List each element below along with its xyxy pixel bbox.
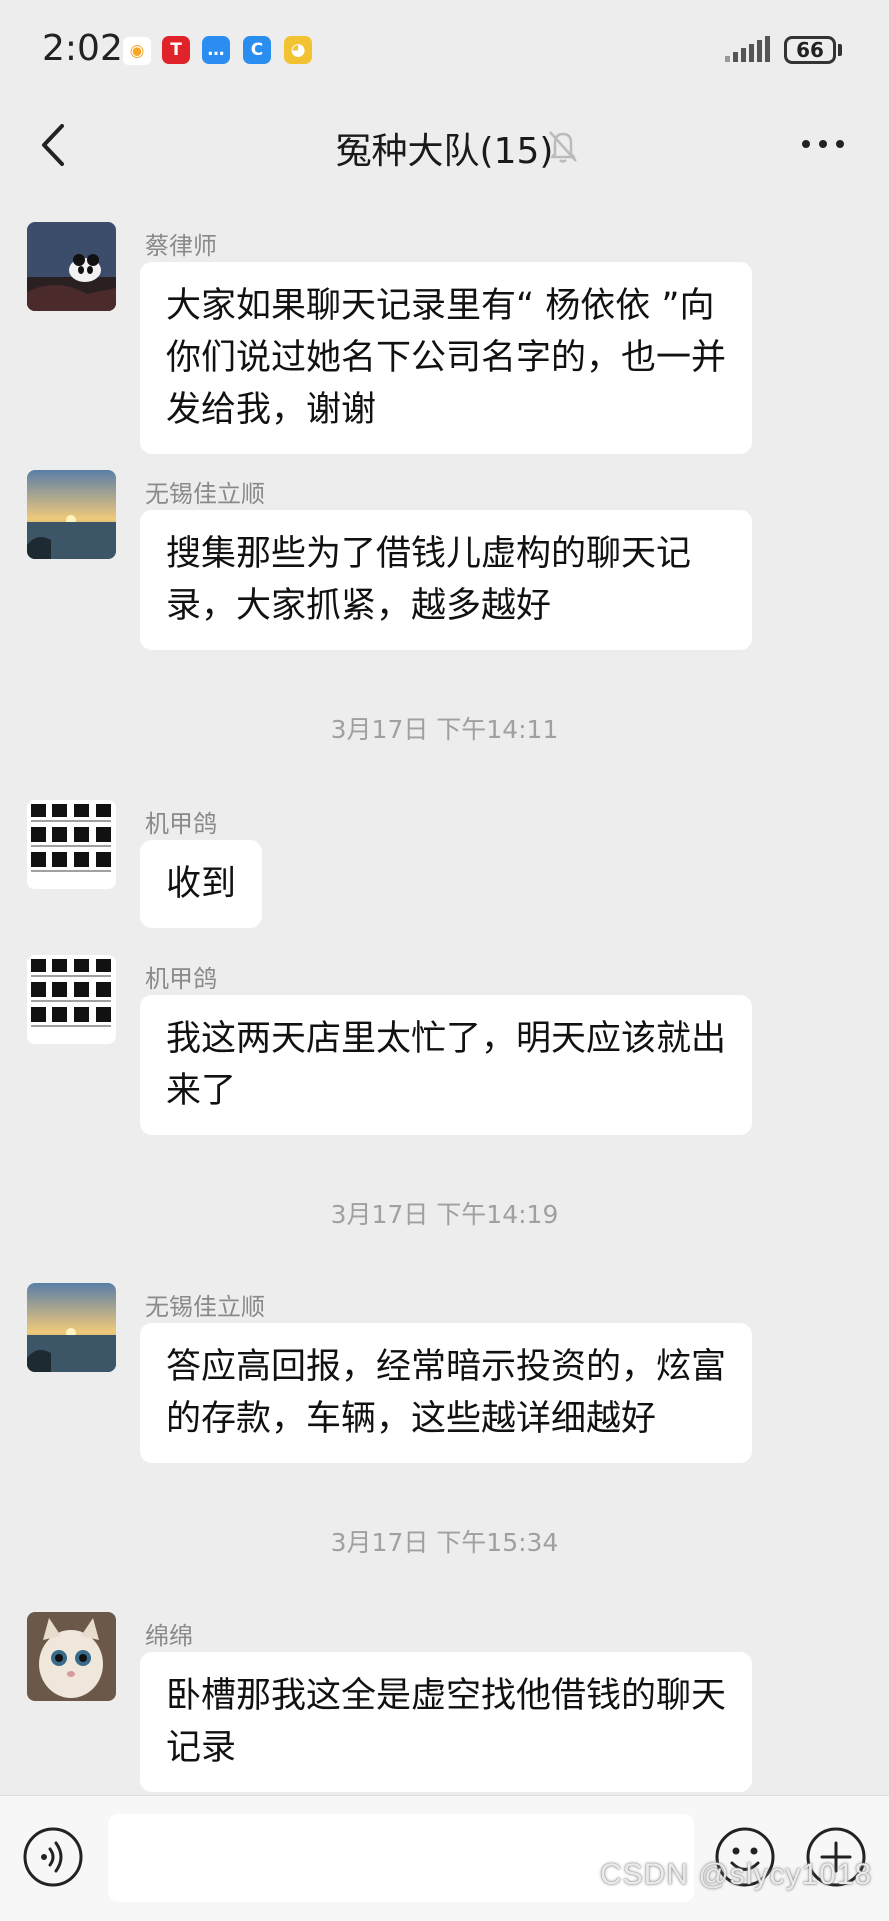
pictogram-avatar-icon	[27, 955, 116, 1044]
voice-input-icon[interactable]	[22, 1826, 84, 1888]
pictogram-avatar-icon	[27, 800, 116, 889]
assistant-icon: ◕	[284, 36, 312, 64]
cat-avatar-icon	[27, 1612, 116, 1701]
mute-bell-icon	[549, 131, 577, 163]
signal-icon	[725, 36, 770, 62]
chat-header: 冤种大队(15)	[0, 100, 889, 190]
sunset-avatar-icon	[27, 470, 116, 559]
battery-cap	[838, 44, 842, 56]
message-bubble[interactable]: 答应高回报，经常暗示投资的，炫富的存款，车辆，这些越详细越好	[140, 1323, 752, 1463]
message-bubble[interactable]: 大家如果聊天记录里有“ 杨依依 ”向你们说过她名下公司名字的，也一并发给我，谢谢	[140, 262, 752, 454]
timestamp: 3月17日 下午15:34	[330, 1528, 559, 1557]
more-options-icon[interactable]	[800, 134, 846, 154]
tesla-icon: T	[162, 36, 190, 64]
weibo-icon: ◉	[122, 36, 152, 66]
avatar[interactable]	[27, 222, 116, 311]
battery-indicator: 66	[784, 36, 836, 64]
wallet-icon: C	[243, 36, 271, 64]
sender-name: 蔡律师	[145, 232, 217, 260]
panda-avatar-icon	[27, 222, 116, 311]
message-bubble[interactable]: 我这两天店里太忙了，明天应该就出来了	[140, 995, 752, 1135]
sender-name: 机甲鸽	[145, 965, 217, 993]
avatar[interactable]	[27, 955, 116, 1044]
sender-name: 无锡佳立顺	[145, 1293, 265, 1321]
avatar[interactable]	[27, 1612, 116, 1701]
avatar[interactable]	[27, 800, 116, 889]
message-bubble[interactable]: 收到	[140, 840, 263, 928]
status-time: 2:02	[42, 28, 123, 69]
message-icon: …	[202, 36, 230, 64]
message-bubble[interactable]: 卧槽那我这全是虚空找他借钱的聊天记录	[140, 1652, 752, 1792]
timestamp: 3月17日 下午14:19	[330, 1200, 559, 1229]
avatar[interactable]	[27, 470, 116, 559]
watermark: CSDN @slycy1018	[600, 1858, 873, 1891]
avatar[interactable]	[27, 1283, 116, 1372]
status-bar: 2:02 ◉ T … C ◕ 66	[0, 0, 889, 100]
message-bubble[interactable]: 搜集那些为了借钱儿虚构的聊天记录，大家抓紧，越多越好	[140, 510, 752, 650]
sender-name: 无锡佳立顺	[145, 480, 265, 508]
timestamp: 3月17日 下午14:11	[330, 715, 559, 744]
sender-name: 机甲鸽	[145, 810, 217, 838]
sender-name: 绵绵	[145, 1622, 193, 1650]
sunset-avatar-icon	[27, 1283, 116, 1372]
chat-title: 冤种大队(15)	[335, 131, 554, 172]
